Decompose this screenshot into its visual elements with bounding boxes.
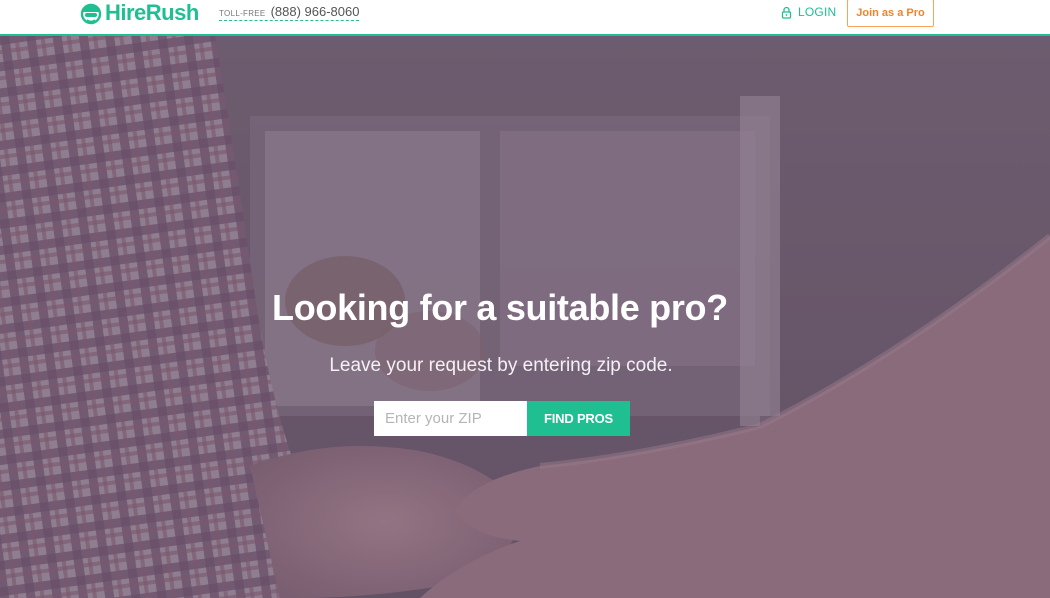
- phone-number: (888) 966-8060: [270, 4, 360, 19]
- toll-free-phone[interactable]: TOLL-FREE (888) 966-8060: [219, 4, 360, 21]
- hirerush-logo[interactable]: HireRush: [80, 0, 199, 26]
- hero-subheadline: Leave your request by entering zip code.: [329, 355, 673, 376]
- site-header: HireRush TOLL-FREE (888) 966-8060 LOGIN …: [0, 0, 1050, 36]
- find-pros-button[interactable]: FIND PROS: [527, 401, 630, 436]
- join-as-pro-button[interactable]: Join as a Pro: [847, 0, 934, 27]
- hirerush-mascot-icon: [80, 3, 102, 25]
- lock-icon: [781, 6, 792, 19]
- login-label: LOGIN: [798, 5, 837, 19]
- zip-input[interactable]: [374, 401, 527, 436]
- zip-search-form: FIND PROS: [374, 401, 630, 436]
- login-link[interactable]: LOGIN: [781, 5, 836, 19]
- hero-headline: Looking for a suitable pro?: [272, 287, 728, 328]
- phone-label: TOLL-FREE: [219, 9, 266, 18]
- logo-wordmark: HireRush: [105, 0, 199, 25]
- hero-section: Looking for a suitable pro? Leave your r…: [0, 36, 1050, 598]
